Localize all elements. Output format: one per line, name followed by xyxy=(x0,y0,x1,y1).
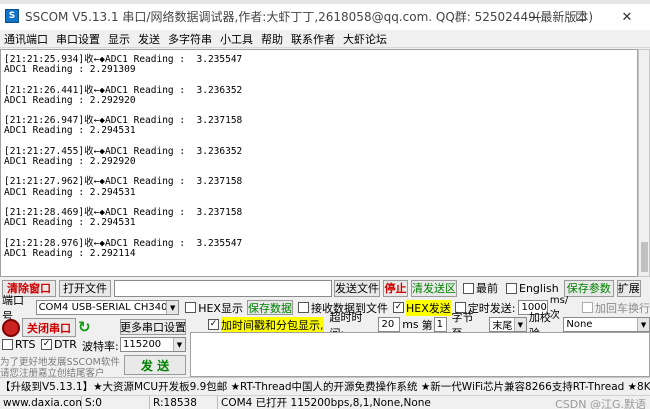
watermark: CSDN @江G.默语 xyxy=(555,398,646,409)
send-file-button[interactable]: 发送文件 xyxy=(334,279,380,297)
menu-help[interactable]: 帮助 xyxy=(257,31,287,47)
port-status-icon xyxy=(2,319,20,337)
chevron-down-icon[interactable]: ▼ xyxy=(166,301,179,314)
timeout-unit: ms xyxy=(402,318,419,331)
baud-select[interactable]: 115200 ▼ xyxy=(120,337,186,352)
menu-multi-string[interactable]: 多字符串 xyxy=(164,31,216,47)
add-crlf-label: 加回车换行 xyxy=(595,301,650,315)
hex-display-checkbox[interactable]: HEX显示 xyxy=(185,300,243,316)
status-site[interactable]: www.daxia.com xyxy=(0,395,82,409)
chevron-down-icon[interactable]: ▼ xyxy=(513,318,526,331)
maximize-button[interactable]: ☐ xyxy=(558,4,604,30)
checksum-select-value: None xyxy=(566,319,593,330)
menu-forum[interactable]: 大虾论坛 xyxy=(339,31,391,47)
expand-button[interactable]: 扩展 xyxy=(616,279,641,297)
chevron-down-icon[interactable]: ▼ xyxy=(173,338,185,351)
close-button[interactable]: ✕ xyxy=(604,4,650,30)
packet-options-row: ✓ 加时间戳和分包显示, 超时时间: 20 ms 第 1 字节 至 末尾 ▼ 加… xyxy=(190,311,650,340)
topmost-box[interactable] xyxy=(463,282,474,294)
end-select[interactable]: 末尾 ▼ xyxy=(489,317,527,332)
english-box[interactable] xyxy=(506,282,517,294)
nth-label: 第 xyxy=(421,318,433,332)
end-select-value: 末尾 xyxy=(492,321,513,332)
receive-text: [21:21:25.934]收←◆ADC1 Reading : 3.235547… xyxy=(4,54,243,259)
app-icon: S xyxy=(5,9,19,23)
receive-area[interactable]: [21:21:25.934]收←◆ADC1 Reading : 3.235547… xyxy=(0,49,638,277)
hex-display-box[interactable] xyxy=(185,302,197,313)
dtr-box[interactable]: ✓ xyxy=(41,339,52,350)
window-title: SSCOM V5.13.1 串口/网络数据调试器,作者:大虾丁丁,2618058… xyxy=(25,9,594,24)
close-port-button[interactable]: 关闭串口 xyxy=(22,318,76,337)
status-received: R:18538 xyxy=(150,395,218,409)
hex-send-label: HEX发送 xyxy=(405,299,451,316)
hex-send-box[interactable]: ✓ xyxy=(392,302,404,313)
more-settings-button[interactable]: 更多串口设置 xyxy=(120,319,186,335)
menu-display[interactable]: 显示 xyxy=(104,31,134,47)
port-control-panel: 关闭串口 ↻ 更多串口设置 RTS ✓ DTR 波特率: 115200 ▼ 为了… xyxy=(0,316,190,379)
menu-bar: 通讯端口 串口设置 显示 发送 多字符串 小工具 帮助 联系作者 大虾论坛 xyxy=(0,30,650,48)
english-label: English xyxy=(519,281,559,295)
menu-comm-port[interactable]: 通讯端口 xyxy=(0,31,52,47)
checksum-select[interactable]: None ▼ xyxy=(563,317,650,332)
topmost-checkbox[interactable]: 最前 xyxy=(463,280,498,296)
baud-label: 波特率: xyxy=(82,340,119,353)
recv-to-file-box[interactable] xyxy=(297,302,309,313)
port-select-value: COM4 USB-SERIAL CH340 xyxy=(38,302,168,313)
receive-scrollbar[interactable] xyxy=(638,49,650,277)
dtr-label: DTR xyxy=(54,338,77,351)
file-path-input[interactable] xyxy=(114,279,332,297)
send-textarea[interactable] xyxy=(190,332,650,377)
add-crlf-checkbox[interactable]: 加回车换行 xyxy=(582,300,650,316)
hex-send-checkbox[interactable]: ✓ HEX发送 xyxy=(392,299,451,316)
timestamp-box[interactable]: ✓ xyxy=(208,319,219,330)
chevron-down-icon[interactable]: ▼ xyxy=(637,318,650,331)
rts-box[interactable] xyxy=(2,339,13,350)
baud-select-value: 115200 xyxy=(123,339,162,350)
status-bar: www.daxia.com S:0 R:18538 COM4 已打开 11520… xyxy=(0,395,650,409)
save-data-button[interactable]: 保存数据 xyxy=(246,300,293,315)
rts-checkbox[interactable]: RTS xyxy=(2,338,36,351)
topmost-label: 最前 xyxy=(476,282,498,295)
timeout-input[interactable]: 20 xyxy=(378,317,401,332)
hex-display-label: HEX显示 xyxy=(198,301,243,315)
menu-serial-settings[interactable]: 串口设置 xyxy=(52,31,104,47)
news-ticker[interactable]: 【升级到V5.13.1】★大资源MCU开发板9.9包邮 ★RT-Thread中国… xyxy=(0,377,650,395)
status-port-state: COM4 已打开 115200bps,8,1,None,None xyxy=(221,397,431,409)
menu-tools[interactable]: 小工具 xyxy=(216,31,257,47)
stop-button[interactable]: 停止 xyxy=(383,279,408,297)
menu-send[interactable]: 发送 xyxy=(134,31,164,47)
status-sent: S:0 xyxy=(82,395,150,409)
scrollbar-thumb[interactable] xyxy=(641,242,648,272)
title-bar: S SSCOM V5.13.1 串口/网络数据调试器,作者:大虾丁丁,26180… xyxy=(0,0,650,30)
port-select[interactable]: COM4 USB-SERIAL CH340 ▼ xyxy=(35,300,180,315)
ticker-text: 【升级到V5.13.1】★大资源MCU开发板9.9包邮 ★RT-Thread中国… xyxy=(0,381,650,393)
menu-contact-author[interactable]: 联系作者 xyxy=(287,31,339,47)
timestamp-label: 加时间戳和分包显示, xyxy=(221,316,324,333)
minimize-button[interactable]: — xyxy=(512,4,558,30)
clear-send-button[interactable]: 清发送区 xyxy=(411,279,457,297)
open-file-button[interactable]: 打开文件 xyxy=(59,279,111,297)
rts-label: RTS xyxy=(15,338,36,351)
english-checkbox[interactable]: English xyxy=(506,282,559,295)
nth-input[interactable]: 1 xyxy=(433,317,448,332)
refresh-icon[interactable]: ↻ xyxy=(78,319,94,335)
dtr-checkbox[interactable]: ✓ DTR xyxy=(41,338,77,351)
timestamp-checkbox[interactable]: ✓ 加时间戳和分包显示, xyxy=(208,316,324,333)
send-button[interactable]: 发 送 xyxy=(124,355,186,375)
add-crlf-box[interactable] xyxy=(582,302,593,313)
